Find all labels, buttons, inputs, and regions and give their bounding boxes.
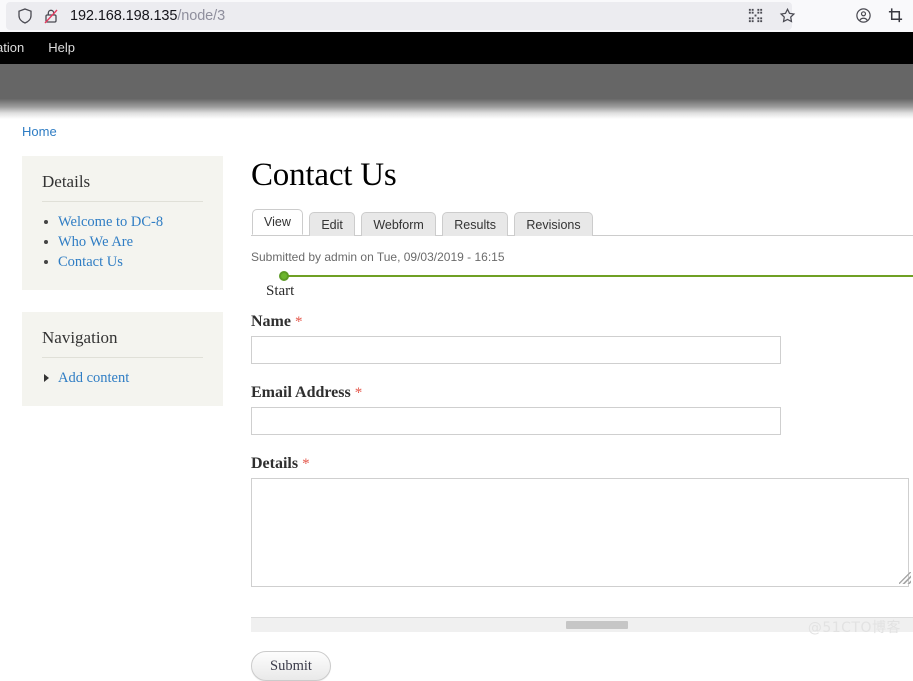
progress-node-start (279, 271, 289, 281)
form-item-details: Details * (251, 455, 913, 587)
lock-crossed-icon[interactable] (42, 7, 60, 25)
watermark: @51CTO博客 (807, 620, 901, 636)
label-email-address: Email Address * (251, 384, 913, 402)
page-title: Contact Us (251, 157, 397, 193)
name-input[interactable] (251, 336, 781, 364)
admin-menu-item-help[interactable]: Help (36, 32, 87, 64)
label-email-address-text: Email Address (251, 384, 351, 401)
tab-view[interactable]: View (252, 209, 303, 235)
list-item: Contact Us (42, 252, 203, 272)
form-item-email: Email Address * (251, 384, 913, 435)
sidebar-item-add-content[interactable]: Add content (58, 370, 129, 386)
tab-webform[interactable]: Webform (361, 212, 436, 236)
browser-chrome: 192.168.198.135/node/3 (0, 0, 913, 32)
main-content: Contact Us View Edit Webform Results Rev… (251, 156, 913, 681)
label-details-text: Details (251, 455, 299, 472)
details-textarea[interactable] (251, 478, 909, 587)
admin-menu-item-administration[interactable]: ation (0, 32, 36, 64)
sidebar-block-navigation: Navigation Add content (22, 312, 223, 406)
required-marker: * (302, 456, 310, 472)
url-host: 192.168.198.135 (70, 8, 178, 24)
list-item: Who We Are (42, 232, 203, 252)
site-header-band (0, 64, 913, 119)
sidebar-item-welcome-to-dc-8[interactable]: Welcome to DC-8 (58, 214, 163, 230)
list-item: Welcome to DC-8 (42, 212, 203, 232)
sidebar-block-details: Details Welcome to DC-8 Who We Are Conta… (22, 156, 223, 290)
node-tabs: View Edit Webform Results Revisions (251, 208, 913, 236)
submit-button[interactable]: Submit (251, 651, 331, 681)
progress-track (283, 275, 913, 277)
url-text: 192.168.198.135/node/3 (70, 8, 225, 24)
tab-revisions[interactable]: Revisions (514, 212, 593, 236)
progress-label-start: Start (266, 283, 295, 299)
shield-icon[interactable] (16, 7, 34, 25)
sidebar-block-title-navigation: Navigation (42, 328, 203, 358)
webform-progress-bar: Start Complete (251, 271, 913, 305)
qr-code-icon[interactable] (747, 7, 765, 25)
submitted-byline: Submitted by admin on Tue, 09/03/2019 - … (251, 250, 505, 264)
horizontal-scrollbar-thumb[interactable] (566, 621, 628, 629)
form-item-name: Name * (251, 313, 913, 364)
required-marker: * (354, 385, 363, 401)
label-details: Details * (251, 455, 913, 473)
breadcrumb-link-home[interactable]: Home (22, 124, 57, 139)
account-circle-icon[interactable] (855, 7, 873, 25)
url-path: /node/3 (177, 8, 226, 24)
list-item: Add content (42, 368, 203, 388)
crop-icon[interactable] (887, 7, 905, 25)
sidebar-item-who-we-are[interactable]: Who We Are (58, 234, 133, 250)
star-icon[interactable] (779, 7, 797, 25)
tab-results[interactable]: Results (442, 212, 508, 236)
address-bar[interactable]: 192.168.198.135/node/3 (6, 2, 792, 30)
tab-edit[interactable]: Edit (309, 212, 355, 236)
breadcrumb: Home (22, 124, 57, 139)
sidebar: Details Welcome to DC-8 Who We Are Conta… (22, 156, 223, 428)
details-textarea-wrapper (251, 478, 913, 587)
browser-chrome-actions (747, 2, 905, 30)
email-input[interactable] (251, 407, 781, 435)
sidebar-block-title-details: Details (42, 172, 203, 202)
required-marker: * (294, 314, 303, 330)
admin-toolbar: ation Help (0, 32, 913, 64)
label-name-text: Name (251, 313, 291, 330)
page-content: Home Details Welcome to DC-8 Who We Are … (0, 119, 913, 681)
sidebar-item-contact-us[interactable]: Contact Us (58, 254, 123, 270)
sidebar-list-details: Welcome to DC-8 Who We Are Contact Us (42, 212, 203, 272)
sidebar-list-navigation: Add content (42, 368, 203, 388)
label-name: Name * (251, 313, 913, 331)
